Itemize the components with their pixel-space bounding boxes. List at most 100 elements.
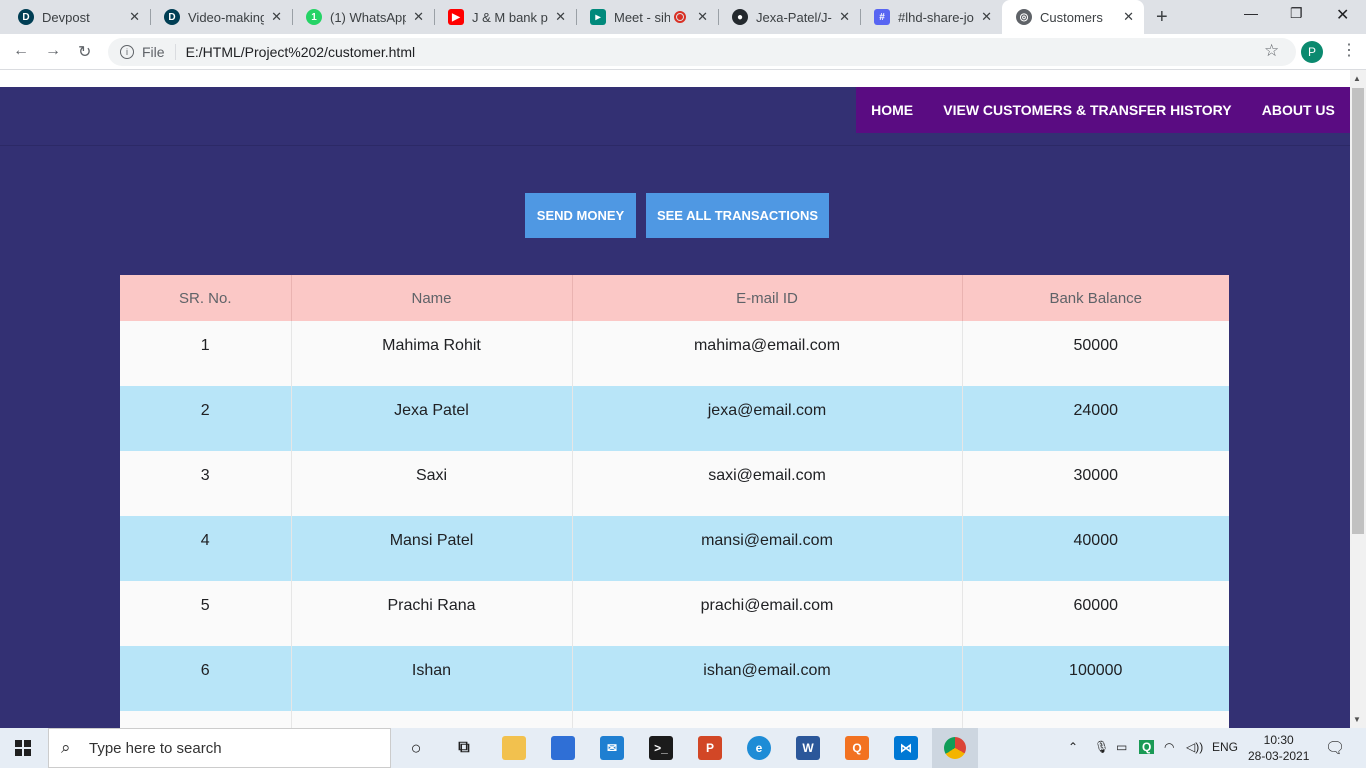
tab-video-making[interactable]: D Video-making ✕ <box>150 0 292 34</box>
address-bar[interactable]: i File E:/HTML/Project%202/customer.html <box>108 38 1296 66</box>
nav-about-us[interactable]: ABOUT US <box>1262 102 1335 118</box>
system-clock[interactable]: 10:30 28-03-2021 <box>1248 732 1309 764</box>
discord-icon: # <box>874 9 890 25</box>
tab-github[interactable]: ● Jexa-Patel/J-M ✕ <box>718 0 860 34</box>
customers-table: SR. No. Name E-mail ID Bank Balance 1 Ma… <box>120 275 1229 728</box>
cell-balance: 100000 <box>962 646 1229 711</box>
cell-sr: 4 <box>120 516 292 581</box>
cell-email <box>572 711 963 728</box>
recording-icon <box>674 11 686 23</box>
table-row: 2 Jexa Patel jexa@email.com 24000 <box>120 386 1229 451</box>
table-row: 4 Mansi Patel mansi@email.com 40000 <box>120 516 1229 581</box>
store-icon[interactable] <box>551 736 575 760</box>
edge-icon[interactable]: e <box>747 736 771 760</box>
terminal-icon[interactable]: >_ <box>649 736 673 760</box>
mail-icon[interactable]: ✉ <box>600 736 624 760</box>
close-icon[interactable]: ✕ <box>271 9 282 25</box>
cell-sr: 5 <box>120 581 292 646</box>
github-icon: ● <box>732 9 748 25</box>
tab-devpost[interactable]: D Devpost ✕ <box>4 0 150 34</box>
cell-balance: 60000 <box>962 581 1229 646</box>
devpost-icon: D <box>18 9 34 25</box>
back-icon[interactable]: ← <box>13 42 29 60</box>
search-icon: ⌕ <box>61 738 71 757</box>
site-body: HOME VIEW CUSTOMERS & TRANSFER HISTORY A… <box>0 87 1350 728</box>
top-navigation: HOME VIEW CUSTOMERS & TRANSFER HISTORY A… <box>856 87 1350 133</box>
restore-icon[interactable]: ❐ <box>1290 5 1303 22</box>
bookmark-star-icon[interactable]: ☆ <box>1264 41 1279 61</box>
close-icon[interactable]: ✕ <box>839 9 850 25</box>
browser-toolbar: ← → ↻ i File E:/HTML/Project%202/custome… <box>0 34 1366 70</box>
nav-home[interactable]: HOME <box>871 102 913 118</box>
language-indicator[interactable]: ENG <box>1212 740 1238 754</box>
close-icon[interactable]: ✕ <box>981 9 992 25</box>
tab-youtube[interactable]: ▶ J & M bank pr ✕ <box>434 0 576 34</box>
scrollbar-thumb[interactable] <box>1352 88 1364 534</box>
taskbar-search-box[interactable]: ⌕ Type here to search <box>48 728 391 768</box>
forward-icon[interactable]: → <box>45 42 61 60</box>
close-icon[interactable]: ✕ <box>1123 9 1134 25</box>
cell-name: Mansi Patel <box>291 516 573 581</box>
word-icon[interactable]: W <box>796 736 820 760</box>
scroll-up-icon[interactable]: ▲ <box>1353 74 1361 83</box>
info-icon[interactable]: i <box>120 45 134 59</box>
cortana-icon[interactable]: ○ <box>404 736 428 760</box>
quick-heal-tray-icon[interactable]: Q <box>1139 740 1155 754</box>
kebab-menu-icon[interactable]: ⋮ <box>1341 40 1357 60</box>
see-all-transactions-button[interactable]: SEE ALL TRANSACTIONS <box>646 193 829 238</box>
notifications-icon[interactable]: 🗨 <box>1325 738 1345 758</box>
windows-start-icon[interactable] <box>15 740 31 756</box>
cell-balance: 30000 <box>962 451 1229 516</box>
tab-customers[interactable]: ◎ Customers ✕ <box>1002 0 1144 34</box>
cell-name <box>291 711 573 728</box>
reload-icon[interactable]: ↻ <box>78 42 91 62</box>
cell-email: ishan@email.com <box>572 646 963 711</box>
globe-icon: ◎ <box>1016 9 1032 25</box>
scroll-down-icon[interactable]: ▼ <box>1353 715 1361 724</box>
cell-sr: 3 <box>120 451 292 516</box>
tray-expand-icon[interactable]: ⌃ <box>1068 740 1078 754</box>
new-tab-icon[interactable]: + <box>1156 6 1168 29</box>
quick-heal-icon[interactable]: Q <box>845 736 869 760</box>
nav-view-customers[interactable]: VIEW CUSTOMERS & TRANSFER HISTORY <box>943 102 1231 118</box>
cell-email: jexa@email.com <box>572 386 963 451</box>
tab-whatsapp[interactable]: 1 (1) WhatsApp ✕ <box>292 0 434 34</box>
tab-meet[interactable]: ▸ Meet - sih ✕ <box>576 0 718 34</box>
whatsapp-icon: 1 <box>306 9 322 25</box>
tab-discord[interactable]: # #lhd-share-joi ✕ <box>860 0 1002 34</box>
page-viewport: HOME VIEW CUSTOMERS & TRANSFER HISTORY A… <box>0 70 1350 728</box>
cell-balance: 24000 <box>962 386 1229 451</box>
table-header-row: SR. No. Name E-mail ID Bank Balance <box>120 275 1229 321</box>
url-text[interactable]: E:/HTML/Project%202/customer.html <box>186 44 416 60</box>
close-icon[interactable]: ✕ <box>413 9 424 25</box>
powerpoint-icon[interactable]: P <box>698 736 722 760</box>
vscode-icon[interactable]: ⋈ <box>894 736 918 760</box>
cell-name: Ishan <box>291 646 573 711</box>
close-icon[interactable]: ✕ <box>697 9 708 25</box>
chrome-taskbar-button[interactable] <box>932 728 978 768</box>
minimize-icon[interactable]: — <box>1244 5 1258 21</box>
table-row <box>120 711 1229 728</box>
volume-icon[interactable]: ◁)) <box>1186 740 1203 754</box>
microphone-icon[interactable]: 🎙 <box>1094 740 1109 754</box>
battery-icon[interactable]: ▭ <box>1116 740 1127 754</box>
page-scrollbar[interactable]: ▲ ▼ <box>1350 70 1366 728</box>
wifi-icon[interactable]: ◠ <box>1164 740 1174 754</box>
cell-name: Prachi Rana <box>291 581 573 646</box>
table-row: 5 Prachi Rana prachi@email.com 60000 <box>120 581 1229 646</box>
search-placeholder: Type here to search <box>89 739 222 757</box>
file-explorer-icon[interactable] <box>502 736 526 760</box>
close-window-icon[interactable]: ✕ <box>1336 5 1349 25</box>
send-money-button[interactable]: SEND MONEY <box>525 193 636 238</box>
profile-avatar[interactable]: P <box>1301 41 1323 63</box>
browser-tab-strip: D Devpost ✕ D Video-making ✕ 1 (1) Whats… <box>0 0 1366 34</box>
meet-icon: ▸ <box>590 9 606 25</box>
cell-name: Mahima Rohit <box>291 321 573 386</box>
close-icon[interactable]: ✕ <box>555 9 566 25</box>
column-header-name: Name <box>291 275 573 321</box>
cell-sr: 1 <box>120 321 292 386</box>
task-view-icon[interactable]: ⧉ <box>452 736 476 760</box>
cell-name: Jexa Patel <box>291 386 573 451</box>
cell-email: saxi@email.com <box>572 451 963 516</box>
close-icon[interactable]: ✕ <box>129 9 140 25</box>
